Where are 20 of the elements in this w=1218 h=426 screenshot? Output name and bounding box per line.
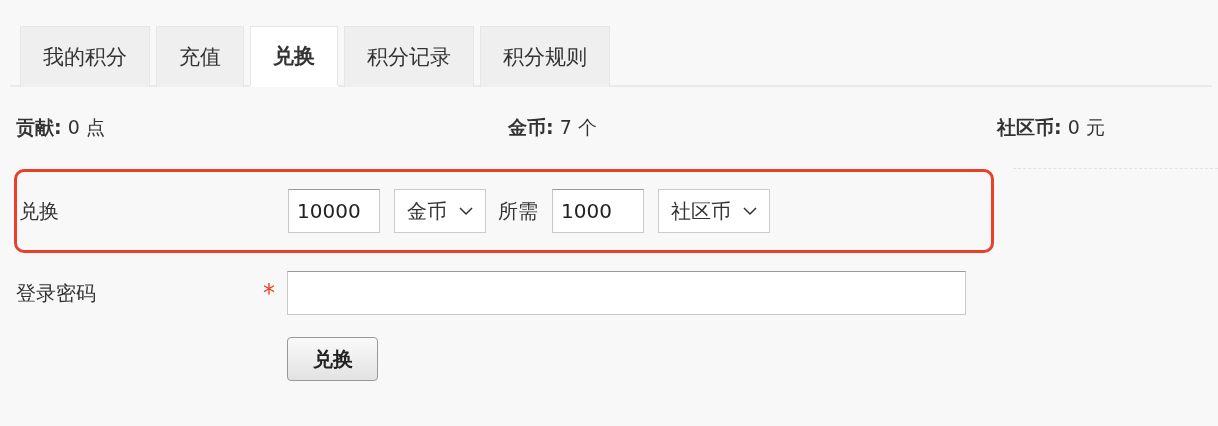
password-field[interactable] (287, 271, 966, 315)
field-label: 兑换 (19, 197, 60, 225)
tab[interactable]: 充值 (156, 26, 244, 87)
tab[interactable]: 我的积分 (20, 26, 150, 87)
exchange-button[interactable]: 兑换 (287, 337, 378, 381)
currency-select[interactable]: 金币 (394, 189, 486, 233)
currency-select[interactable]: 社区币 (658, 189, 770, 233)
credit-stat: 贡献: 0 点 (16, 115, 106, 140)
chevron-icon (459, 206, 473, 216)
field-label: 所需 (498, 197, 538, 225)
tab[interactable]: 积分规则 (480, 26, 610, 87)
required-mark: * (263, 279, 275, 307)
chevron-icon (743, 206, 757, 216)
credit-stat: 金币: 7 个 (508, 115, 598, 140)
field-label: 登录密码 (16, 279, 96, 307)
tab[interactable]: 积分记录 (344, 26, 474, 87)
amount-field[interactable]: 10000 (288, 189, 380, 233)
tab[interactable]: 兑换 (250, 26, 338, 87)
credit-stat: 社区币: 0 元 (997, 115, 1106, 140)
required-amount-field[interactable]: 1000 (552, 189, 644, 233)
